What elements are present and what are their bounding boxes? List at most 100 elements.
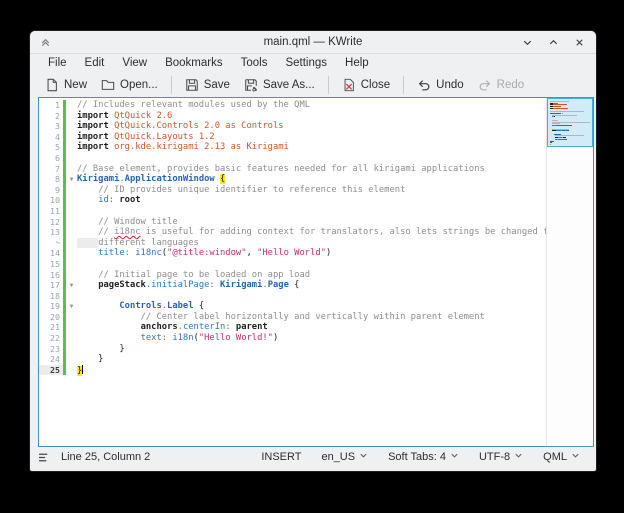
code-fold-arrow-icon[interactable]: ▼ (66, 280, 77, 291)
cursor-position-label[interactable]: Line 25, Column 2 (61, 451, 150, 463)
status-soft-tabs-4[interactable]: Soft Tabs: 4 (380, 448, 467, 466)
code-token (77, 301, 119, 311)
line-number: 6 (39, 153, 63, 164)
toolbar-button-label: Save As... (263, 79, 315, 91)
fold-column (66, 142, 77, 153)
code-token: org.kde.kirigami 2.13 as Kirigami (114, 142, 289, 152)
open-button[interactable]: Open... (94, 75, 165, 95)
code-line-text: import QtQuick.Layouts 1.2 (77, 132, 546, 143)
code-line: 17▼ pageStack.initialPage: Kirigami.Page… (39, 280, 546, 291)
line-number: 5 (39, 142, 63, 153)
toolbar-button-label: Open... (120, 79, 158, 91)
code-line-text: } (77, 354, 546, 365)
code-token: // Window title (98, 217, 177, 227)
save-button[interactable]: Save (178, 75, 237, 95)
code-token (77, 217, 98, 227)
code-line-text: anchors.centerIn: parent (77, 322, 546, 333)
code-fold-arrow-icon[interactable]: ▼ (66, 174, 77, 185)
code-token: import (77, 142, 109, 152)
maximize-button[interactable] (546, 35, 560, 49)
window-title: main.qml — KWrite (30, 36, 596, 48)
code-token: // Center label horizontally and vertica… (141, 312, 485, 322)
chevron-down-icon (514, 451, 523, 463)
line-number: 4 (39, 132, 63, 143)
code-token: // Includes relevant modules used by the… (77, 100, 310, 110)
undo-button[interactable]: Undo (410, 75, 471, 95)
code-token: initialPage (151, 280, 209, 290)
line-number: 25 (39, 365, 63, 376)
title-bar[interactable]: main.qml — KWrite (30, 31, 596, 54)
code-line: 3import QtQuick.Controls 2.0 as Controls (39, 121, 546, 132)
minimap-token (568, 130, 569, 131)
code-line-text: // Includes relevant modules used by the… (77, 100, 546, 111)
menu-tools[interactable]: Tools (233, 55, 276, 71)
close-document-icon (342, 78, 356, 92)
fold-column (66, 121, 77, 132)
code-line-text: pageStack.initialPage: Kirigami.Page { (77, 280, 546, 291)
code-line-text: import org.kde.kirigami 2.13 as Kirigami (77, 142, 546, 153)
code-token: ) (273, 333, 278, 343)
menu-help[interactable]: Help (337, 55, 377, 71)
code-line: 21 anchors.centerIn: parent (39, 322, 546, 333)
tool-views-icon[interactable] (38, 452, 51, 463)
line-number: 14 (39, 248, 63, 259)
code-token: i18nc (114, 227, 140, 237)
menu-view[interactable]: View (114, 55, 155, 71)
text-editor[interactable]: 1 // Includes relevant modules used by th… (38, 97, 594, 447)
line-number: 23 (39, 344, 63, 355)
code-line-text (77, 291, 546, 302)
status-en-us[interactable]: en_US (313, 448, 376, 466)
code-line-text: id: root (77, 195, 546, 206)
code-line: 19▼ Controls.Label { (39, 301, 546, 312)
status-utf-8[interactable]: UTF-8 (471, 448, 531, 466)
line-number: 1 (39, 100, 63, 111)
code-area[interactable]: 1 // Includes relevant modules used by th… (39, 100, 546, 446)
line-number: 24 (39, 354, 63, 365)
code-line: 1 // Includes relevant modules used by th… (39, 100, 546, 111)
code-line-text: // Base element, provides basic features… (77, 164, 546, 175)
code-token: id (98, 195, 109, 205)
code-line-text: Controls.Label { (77, 301, 546, 312)
saveas-button[interactable]: Save As... (237, 75, 322, 95)
new-document-icon (45, 78, 59, 92)
status-insert[interactable]: INSERT (253, 448, 309, 466)
code-token: ) (326, 248, 331, 258)
toolbar-button-label: Undo (436, 79, 464, 91)
code-token: anchors (141, 322, 178, 332)
new-button[interactable]: New (38, 75, 94, 95)
code-line-text: } (77, 344, 546, 355)
line-number: 21 (39, 322, 63, 333)
code-token: // Initial page to be loaded on app load (98, 270, 310, 280)
code-line: 16 // Initial page to be loaded on app l… (39, 270, 546, 281)
toolbar-separator (171, 76, 172, 94)
code-token: , (247, 248, 258, 258)
minimap-scrollbar[interactable] (546, 98, 593, 446)
line-number: 20 (39, 312, 63, 323)
menu-file[interactable]: File (40, 55, 75, 71)
menu-edit[interactable]: Edit (77, 55, 113, 71)
code-line-text (77, 153, 546, 164)
code-line-text (77, 206, 546, 217)
redo-button[interactable]: Redo (471, 75, 532, 95)
status-qml[interactable]: QML (535, 448, 588, 466)
code-fold-arrow-icon[interactable]: ▼ (66, 301, 77, 312)
line-number: 8 (39, 174, 63, 185)
line-number: 16 (39, 270, 63, 281)
code-line-text (77, 259, 546, 270)
status-item-label: Soft Tabs: 4 (388, 451, 446, 463)
code-line-text: import QtQuick.Controls 2.0 as Controls (77, 121, 546, 132)
fold-column (66, 354, 77, 365)
fold-column (66, 206, 77, 217)
line-number: 7 (39, 164, 63, 175)
minimize-button[interactable] (520, 35, 534, 49)
menu-bookmarks[interactable]: Bookmarks (157, 55, 231, 71)
code-token: "Hello World" (257, 248, 326, 258)
minimap-token (553, 108, 568, 109)
close-button[interactable] (572, 35, 586, 49)
redo-icon (478, 78, 492, 92)
code-token: // (98, 227, 114, 237)
menu-settings[interactable]: Settings (277, 55, 335, 71)
code-line: 6 (39, 153, 546, 164)
close-button[interactable]: Close (335, 75, 397, 95)
fold-column (66, 227, 77, 238)
